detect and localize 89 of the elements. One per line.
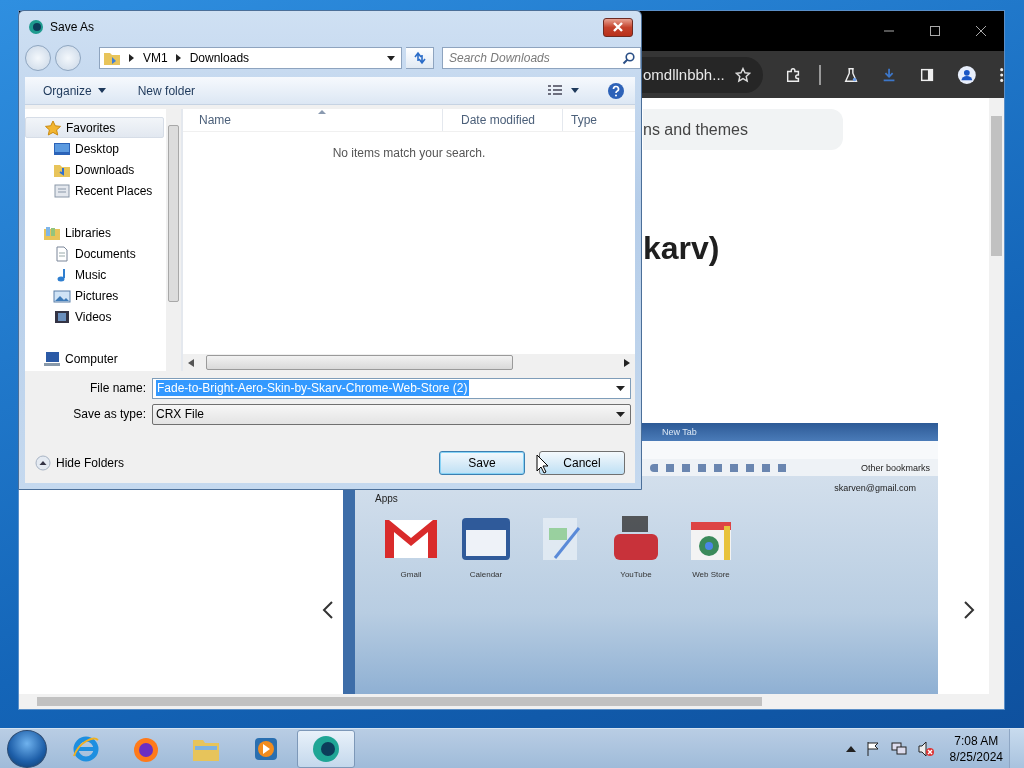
nav-item[interactable]: Favorites <box>25 117 164 138</box>
app-icon <box>311 733 341 764</box>
nav-item[interactable]: Downloads <box>25 159 164 180</box>
tab-label: New Tab <box>662 427 697 437</box>
new-folder-button[interactable]: New folder <box>129 81 204 100</box>
account-label: skarven@gmail.com <box>834 483 916 493</box>
caret-icon[interactable] <box>571 88 579 93</box>
organize-menu[interactable]: Organize <box>35 81 114 100</box>
clock-time: 7:08 AM <box>954 732 999 749</box>
refresh-button[interactable] <box>406 47 434 69</box>
section-label: Apps <box>375 493 399 504</box>
search-field[interactable]: Search Downloads <box>442 47 641 69</box>
column-header[interactable]: Name <box>183 109 443 131</box>
app-label: YouTube <box>620 570 652 579</box>
scroll-right-icon[interactable] <box>624 358 630 367</box>
scroll-left-icon[interactable] <box>188 358 194 367</box>
nav-item[interactable]: Recent Places <box>25 180 164 201</box>
chevron-left-icon <box>322 601 334 619</box>
show-hidden-icons-icon[interactable] <box>845 745 856 752</box>
taskbar-button[interactable] <box>297 729 355 768</box>
document-icon <box>53 245 71 262</box>
scrollbar-thumb[interactable] <box>991 116 1002 256</box>
app-label: Calendar <box>469 570 503 579</box>
puzzle-icon[interactable] <box>784 65 801 84</box>
view-options-icon[interactable] <box>547 83 563 98</box>
profile-icon[interactable] <box>956 63 977 86</box>
search-field[interactable]: ns and themes <box>643 109 843 150</box>
app-icon <box>28 19 44 35</box>
picture-icon <box>53 287 71 304</box>
breadcrumb-item[interactable]: VM1 <box>143 51 168 65</box>
star-icon <box>44 119 62 136</box>
dropdown-icon[interactable] <box>387 55 395 61</box>
cursor-icon <box>536 454 550 474</box>
file-name-label: File name: <box>88 381 147 395</box>
clock-date: 8/25/2024 <box>949 748 1003 765</box>
close-button[interactable] <box>603 17 633 37</box>
breadcrumb-item[interactable]: Downloads <box>189 51 250 65</box>
scrollbar-thumb[interactable] <box>168 125 179 302</box>
dropdown-icon <box>616 411 625 417</box>
app-label: Gmail <box>400 570 422 579</box>
film-icon <box>53 308 71 325</box>
chevron-up-icon <box>35 455 51 471</box>
star-icon[interactable] <box>734 66 751 83</box>
help-icon[interactable] <box>607 81 625 100</box>
bookmark-folder-label: Other bookmarks <box>860 462 930 473</box>
nav-item[interactable]: Pictures <box>25 285 164 306</box>
close-icon <box>975 25 987 37</box>
maximize-icon <box>929 25 941 37</box>
hide-folders-button[interactable]: Hide Folders <box>35 455 125 471</box>
sort-icon <box>317 110 326 114</box>
page-heading: karv) <box>643 230 721 268</box>
nav-item[interactable]: Desktop <box>25 138 164 159</box>
empty-message: No items match your search. <box>331 146 487 162</box>
nav-item[interactable]: Computer <box>25 348 164 369</box>
dialog-title: Save As <box>50 20 95 34</box>
column-header[interactable]: Date modified <box>443 109 563 131</box>
nav-item[interactable]: Documents <box>25 243 164 264</box>
nav-item[interactable]: Videos <box>25 306 164 327</box>
vertical-scrollbar[interactable] <box>989 98 1004 694</box>
app-label: Web Store <box>692 570 730 579</box>
nav-item[interactable]: Libraries <box>25 222 164 243</box>
computer-icon <box>43 350 61 367</box>
start-button[interactable] <box>7 729 47 768</box>
chevron-right-icon[interactable] <box>175 54 182 62</box>
flask-icon[interactable] <box>842 65 859 84</box>
scrollbar-thumb[interactable] <box>206 355 513 370</box>
network-icon[interactable] <box>889 740 908 757</box>
chevron-right-icon[interactable] <box>129 54 135 62</box>
breadcrumb-bar[interactable]: VM1 Downloads <box>99 47 402 69</box>
clock[interactable]: 7:08 AM 8/25/2024 <box>949 732 1003 765</box>
save-as-type-label: Save as type: <box>72 407 147 421</box>
column-header[interactable]: Type <box>563 109 635 131</box>
scrollbar-thumb[interactable] <box>37 697 762 706</box>
flag-icon[interactable] <box>864 740 881 757</box>
cancel-button[interactable]: Cancel <box>539 451 625 475</box>
horizontal-scrollbar[interactable] <box>183 354 635 371</box>
dropdown-icon[interactable] <box>616 385 625 391</box>
refresh-icon <box>412 51 427 65</box>
save-button[interactable]: Save <box>439 451 525 475</box>
close-icon <box>612 22 624 32</box>
folder-icon <box>103 50 121 66</box>
save-as-type-select[interactable]: CRX File <box>152 403 631 425</box>
nav-item[interactable]: Music <box>25 264 164 285</box>
monitor-icon <box>53 140 71 157</box>
chevron-right-icon <box>963 601 975 619</box>
horizontal-scrollbar[interactable] <box>19 694 1004 709</box>
volume-muted-icon[interactable] <box>916 740 935 757</box>
library-icon <box>43 224 61 241</box>
menu-icon[interactable] <box>998 65 1004 84</box>
